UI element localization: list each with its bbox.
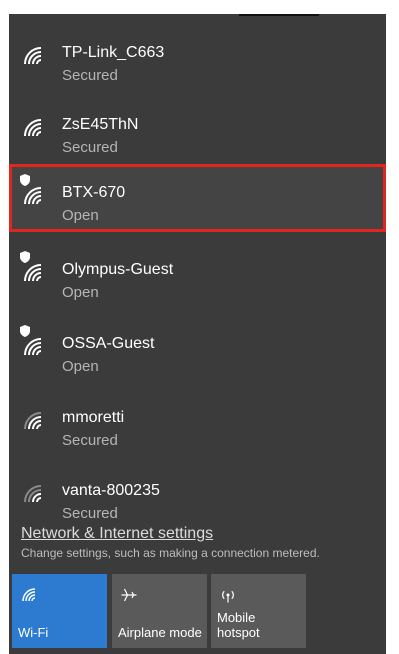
network-name: TP-Link_C663 (62, 44, 165, 61)
tile-label: Wi-Fi (18, 625, 49, 640)
network-item-btx-670[interactable]: BTX-670 Open (9, 164, 386, 232)
network-name: BTX-670 (62, 184, 126, 201)
network-name: ZsE45ThN (62, 116, 139, 133)
network-item-mmoretti[interactable]: mmoretti Secured (9, 389, 386, 457)
network-name: vanta-800235 (62, 482, 160, 499)
wifi-icon (22, 588, 36, 602)
network-status: Open (62, 358, 99, 375)
wifi-toggle-tile[interactable]: Wi-Fi (12, 574, 107, 648)
network-item-ossa-guest[interactable]: OSSA-Guest Open (9, 315, 386, 383)
tile-label: Airplane mode (118, 625, 202, 640)
network-status: Open (62, 207, 99, 224)
network-name: mmoretti (62, 409, 125, 426)
airplane-mode-tile[interactable]: Airplane mode (112, 574, 207, 648)
network-item-vanta-800235[interactable]: vanta-800235 Secured (9, 462, 386, 530)
airplane-icon (121, 588, 137, 602)
network-item-tp-link-c663[interactable]: TP-Link_C663 Secured (9, 24, 386, 92)
divider (239, 14, 319, 16)
network-status: Open (62, 284, 99, 301)
network-status: Secured (62, 432, 118, 449)
network-name: Olympus-Guest (62, 261, 174, 278)
wifi-signal-icon (24, 264, 42, 282)
tile-label: Mobile hotspot (217, 610, 260, 640)
wifi-signal-icon (24, 338, 42, 356)
hotspot-icon (222, 590, 234, 603)
wifi-signal-icon (24, 485, 42, 503)
wifi-signal-icon (24, 47, 42, 65)
wifi-signal-icon (24, 187, 42, 205)
tile-label-line: Mobile (217, 610, 256, 625)
network-settings-link[interactable]: Network & Internet settings (21, 525, 213, 543)
network-status: Secured (62, 67, 118, 84)
network-settings-description: Change settings, such as making a connec… (21, 546, 320, 560)
wifi-flyout-panel: TP-Link_C663 Secured ZsE45ThN Secured BT… (9, 14, 386, 654)
wifi-signal-icon (24, 119, 42, 137)
mobile-hotspot-tile[interactable]: Mobile hotspot (211, 574, 306, 648)
network-status: Secured (62, 505, 118, 519)
network-name: OSSA-Guest (62, 335, 155, 352)
network-item-zse45thn[interactable]: ZsE45ThN Secured (9, 96, 386, 164)
tile-label-line: hotspot (217, 625, 260, 640)
wifi-signal-icon (24, 412, 42, 430)
network-item-olympus-guest[interactable]: Olympus-Guest Open (9, 241, 386, 309)
network-status: Secured (62, 139, 118, 156)
